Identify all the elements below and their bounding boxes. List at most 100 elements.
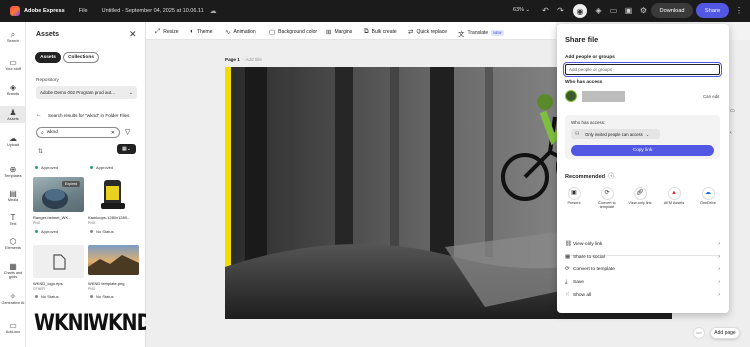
aem-icon: ▲ [668, 188, 680, 199]
tab-assets[interactable]: Assets [35, 52, 61, 63]
addons-icon: ▭ [9, 321, 17, 330]
resize-button[interactable]: ⤢ Resize [155, 28, 179, 36]
asset-status: Approved [35, 229, 58, 234]
settings-icon[interactable]: ⚙ [638, 5, 649, 16]
convert-icon: ⟳ [565, 266, 570, 272]
share-option-social[interactable]: ▦ Share to social › [565, 252, 720, 262]
more-menu-icon[interactable]: ⋮ [735, 6, 743, 15]
asset-thumbnail-kamloops[interactable] [88, 177, 139, 212]
theme-icon: ◐ [190, 28, 194, 35]
access-title: Who has access: [571, 120, 606, 125]
convert-icon: ⟳ [601, 188, 613, 199]
add-people-label: Add people or groups [565, 55, 615, 60]
asset-thumbnail-wknd-logo[interactable] [33, 245, 84, 278]
rail-item-search[interactable]: ⌕ Search [0, 30, 26, 43]
rec-convert-template[interactable]: ⟳ Convert to template [592, 188, 622, 209]
rail-item-templates[interactable]: ⊕ Templates [0, 165, 26, 178]
quick-replace-icon: ⇄ [408, 29, 414, 36]
copy-link-button[interactable]: Copy link [571, 145, 714, 156]
canvas-toolbar: ⤢ Resize ◐ Theme ∿ Animation ▢ Background co… [146, 22, 556, 40]
elements-icon: ⬡ [9, 237, 17, 246]
document-title[interactable]: Untitled - September 04, 2025 at 10.06.1… [102, 8, 204, 14]
redo-icon[interactable]: ↷ [555, 5, 566, 16]
share-option-save[interactable]: ⤓ Save › [565, 277, 720, 287]
theme-button[interactable]: ◐ Theme [190, 28, 213, 35]
repository-select[interactable]: Adobe Demo 002 Program prod aut... ⌄ [36, 86, 137, 99]
add-page-button[interactable]: Add page [710, 327, 740, 339]
share-title: Share file [565, 35, 599, 44]
side-thumbnail[interactable]: ▭ [730, 108, 735, 114]
rec-view-only-link[interactable]: 🔗︎ View-only link [625, 188, 655, 205]
page-label: Page 1- Add title [225, 57, 262, 62]
tab-collections[interactable]: Collections [63, 52, 99, 63]
sort-icon[interactable]: ⇅ [38, 148, 43, 155]
rail-item-media[interactable]: ▤ Media [0, 189, 26, 202]
who-has-access-label: Who has access [565, 80, 603, 85]
lightbulb-icon[interactable]: ◈ [593, 5, 604, 16]
page-title-input[interactable]: - Add title [243, 57, 262, 62]
download-button[interactable]: Download [651, 3, 693, 18]
search-results-text: Search results for "wknd" in Folder File… [48, 113, 130, 118]
folder-icon: ▭ [9, 58, 17, 67]
bulk-create-icon: ⧉ [364, 28, 369, 35]
share-button[interactable]: Share [696, 3, 729, 18]
chevron-down-icon: ⌄ [128, 89, 133, 96]
rec-onedrive[interactable]: ☁ OneDrive [693, 188, 723, 205]
translate-icon: 文 [458, 31, 465, 38]
translate-button[interactable]: 文 Translate NEW [458, 28, 504, 38]
undo-icon[interactable]: ↶ [540, 5, 551, 16]
view-toggle[interactable]: ▦ ⌄ [117, 144, 136, 154]
rail-item-elements[interactable]: ⬡ Elements [0, 237, 26, 250]
cloud-sync-icon: ☁ [209, 8, 217, 15]
rail-item-text[interactable]: T Text [0, 213, 26, 226]
asset-type: OTHER [33, 287, 45, 291]
app-name: Adobe Express [24, 8, 65, 14]
zoom-level[interactable]: 63% ⌄ [513, 7, 530, 13]
share-option-view-only-link[interactable]: ⛓ View-only link › [565, 239, 720, 249]
rail-item-brands[interactable]: ◈ Brands [0, 83, 26, 96]
collapse-icon[interactable]: ‹ [730, 130, 732, 136]
present-icon[interactable]: ▣ [623, 5, 634, 16]
search-icon: ⌕ [41, 130, 44, 136]
asset-thumbnail-wknd-template[interactable] [88, 245, 139, 275]
expired-badge: Expired [62, 181, 81, 187]
share-file-dialog: Share file Add people or groups Add peop… [557, 24, 729, 313]
bulk-create-button[interactable]: ⧉ Bulk create [364, 28, 397, 36]
more-options-icon[interactable]: ⋯ [693, 327, 705, 339]
share-option-convert-template[interactable]: ⟳ Convert to template › [565, 264, 720, 274]
back-arrow-icon[interactable]: ← [36, 112, 42, 118]
asset-name: WKND_logo.eps [33, 281, 63, 286]
rail-item-add-ons[interactable]: ▭ Add-ons [0, 321, 26, 334]
info-icon[interactable]: ⓘ [608, 174, 614, 180]
adobe-express-logo[interactable] [10, 6, 20, 16]
add-people-input[interactable]: Add people or groups [563, 62, 722, 77]
search-input[interactable]: ⌕ wknd ✕ [36, 127, 120, 138]
rec-present[interactable]: ▣ Present [559, 188, 589, 205]
rail-item-your-stuff[interactable]: ▭ Your stuff [0, 58, 26, 71]
share-option-show-all[interactable]: ⁙ Show all › [565, 290, 720, 300]
rail-item-upload[interactable]: ☁ Upload [0, 134, 26, 147]
rail-item-assets[interactable]: ♟ Assets [0, 106, 26, 123]
save-icon: ⤓ [565, 278, 568, 285]
brand-icon: ◈ [9, 83, 17, 92]
landscape-image [88, 255, 139, 275]
quick-replace-button[interactable]: ⇄ Quick replace [408, 28, 447, 36]
comment-icon[interactable]: ▭ [608, 5, 619, 16]
access-select[interactable]: ⚇ Only invited people can access ⌄ [571, 129, 660, 139]
background-color-button[interactable]: ▢ Background color [269, 28, 317, 36]
permission-can-edit[interactable]: Can edit [703, 94, 719, 99]
rec-aem-assets[interactable]: ▲ AEM Assets [659, 188, 689, 205]
chevron-right-icon: › [718, 241, 720, 247]
user-avatar[interactable]: ◉ [573, 4, 587, 18]
filter-icon[interactable]: ▽ [125, 128, 130, 136]
animation-button[interactable]: ∿ Animation [225, 28, 256, 36]
rail-item-generative-ai[interactable]: ✧ Generative AI [0, 292, 26, 305]
margins-button[interactable]: ⊞ Margins [326, 28, 352, 36]
chevron-right-icon: › [718, 279, 720, 285]
rail-item-charts[interactable]: ▦ Charts and grids [0, 262, 26, 279]
chevron-right-icon: › [718, 266, 720, 272]
clear-icon[interactable]: ✕ [111, 130, 115, 136]
resize-icon: ⤢ [155, 28, 161, 35]
file-menu[interactable]: File [79, 8, 88, 14]
close-icon[interactable]: ✕ [129, 29, 137, 40]
